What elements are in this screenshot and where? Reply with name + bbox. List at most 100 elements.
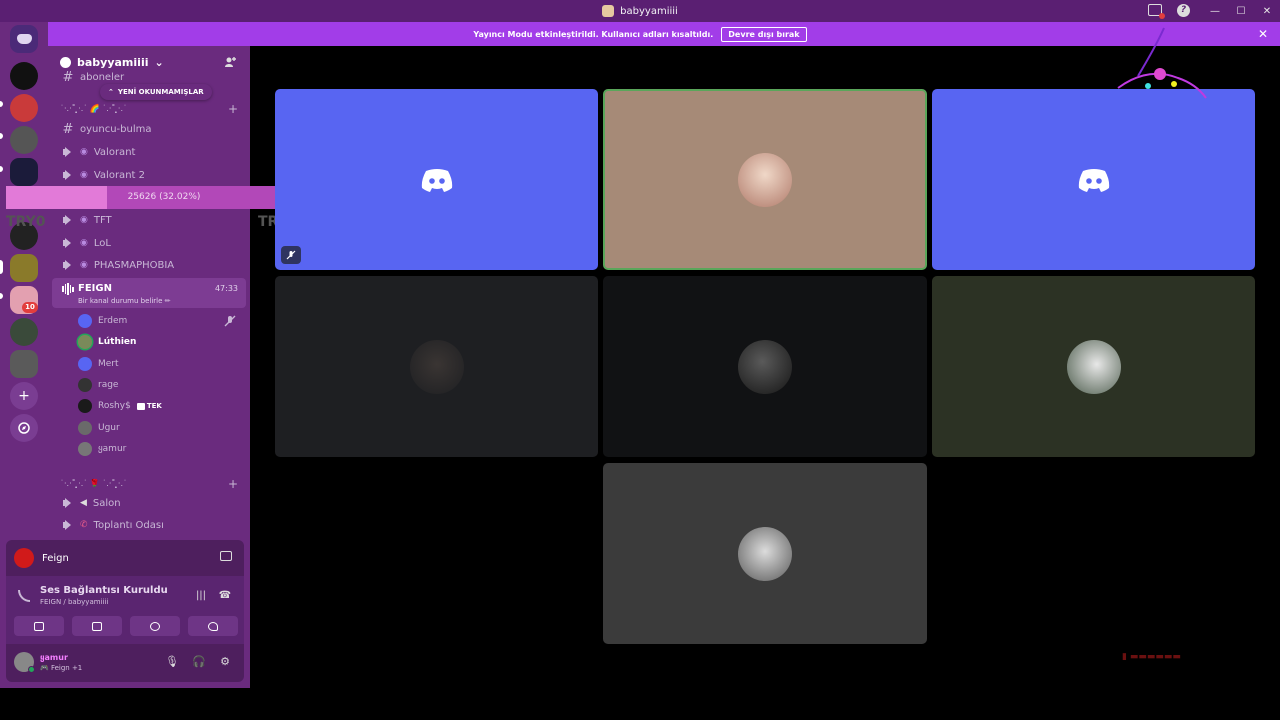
title-bar: babyyamiiii ? — ☐ ✕ xyxy=(0,0,1280,22)
help-icon[interactable]: ? xyxy=(1177,4,1190,17)
voice-location[interactable]: FEIGN / babyyamiiii xyxy=(40,598,108,606)
participant-avatar xyxy=(409,339,464,394)
activities-button[interactable] xyxy=(130,616,180,636)
member-ugur[interactable]: Ugur xyxy=(78,418,244,438)
video-tile-7[interactable] xyxy=(603,463,927,644)
member-yamur[interactable]: ყamur xyxy=(78,439,244,459)
microphone-icon[interactable]: 🎙 xyxy=(165,656,179,668)
server-icon-8[interactable] xyxy=(10,318,38,346)
participant-avatar xyxy=(738,339,792,394)
speaker-icon xyxy=(62,169,74,181)
video-tile-6[interactable] xyxy=(932,276,1255,457)
game-emoji-icon: ◉ xyxy=(80,170,88,180)
server-icon-9[interactable] xyxy=(10,350,38,378)
stream-preview-icon[interactable] xyxy=(220,551,232,561)
channel-label: Valorant xyxy=(93,146,136,158)
server-icon-1[interactable] xyxy=(10,62,38,90)
unread-label: YENİ OKUNMAMIŞLAR xyxy=(117,88,204,96)
banner-message: Yayıncı Modu etkinleştirildi. Kullanıcı … xyxy=(473,29,714,39)
server-icon-2[interactable] xyxy=(10,94,38,122)
server-icon-4[interactable] xyxy=(10,158,38,186)
member-roshy[interactable]: Roshy$ TEK xyxy=(78,396,244,416)
stream-name: Feign xyxy=(42,552,69,564)
window-title: babyyamiiii xyxy=(602,5,678,17)
arrow-up-icon: ⌃ xyxy=(108,88,114,96)
selected-indicator xyxy=(0,260,3,274)
signal-icon[interactable] xyxy=(18,590,30,602)
member-rage[interactable]: rage xyxy=(78,375,244,395)
video-tile-3[interactable] xyxy=(932,89,1255,270)
online-status-icon xyxy=(28,666,35,673)
game-emoji-icon: ◉ xyxy=(80,238,88,248)
decorative-sparkle-overlay xyxy=(1117,27,1207,99)
participant-avatar xyxy=(738,152,792,207)
channel-label: PHASMAPHOBIA xyxy=(93,259,175,271)
unread-indicator xyxy=(0,166,3,172)
activities-icon xyxy=(150,621,160,631)
noise-suppression-icon[interactable]: ||| xyxy=(194,590,208,602)
channel-lol[interactable]: ◉ LoL xyxy=(56,233,244,253)
category-header[interactable]: ˙‧.‧˚ ̩̥̩̥‧.˙ 🌹 ˙.‧˚ ̩̥̩̥‧.˙ xyxy=(60,479,127,488)
member-name: ყamur xyxy=(98,444,127,454)
new-unreads-pill[interactable]: ⌃ YENİ OKUNMAMIŞLAR xyxy=(100,84,212,100)
set-channel-status[interactable]: Bir kanal durumu belirle ✏ xyxy=(78,297,171,305)
video-tile-4[interactable] xyxy=(275,276,598,457)
home-button[interactable] xyxy=(10,25,38,53)
share-screen-button[interactable] xyxy=(72,616,122,636)
discover-button[interactable] xyxy=(10,414,38,442)
invite-people-icon[interactable] xyxy=(224,56,236,68)
soundboard-icon xyxy=(208,621,218,631)
create-channel-icon[interactable]: + xyxy=(228,477,238,491)
active-voice-channel[interactable]: FEIGN 47:33 Bir kanal durumu belirle ✏ xyxy=(52,278,246,308)
banner-close-button[interactable]: ✕ xyxy=(1258,27,1268,41)
screen-share-icon[interactable] xyxy=(1148,4,1165,19)
channel-valorant[interactable]: ◉ Valorant xyxy=(56,142,244,162)
member-name: Lúthien xyxy=(98,337,137,347)
channel-toplanti-odasi[interactable]: ✆ Toplantı Odası xyxy=(56,515,244,535)
tile-muted-badge xyxy=(281,246,301,264)
window-title-text: babyyamiiii xyxy=(620,5,678,17)
unread-indicator xyxy=(0,101,3,107)
create-channel-icon[interactable]: + xyxy=(228,102,238,116)
speaker-icon xyxy=(62,497,74,509)
user-activity: 🎮 Feign +1 xyxy=(40,664,83,672)
discord-icon xyxy=(16,34,32,44)
channel-oyuncu-bulma[interactable]: # oyuncu-bulma xyxy=(56,119,244,139)
server-icon-3[interactable] xyxy=(10,126,38,154)
channel-tft[interactable]: ◉ TFT xyxy=(56,210,244,230)
camera-off-button[interactable] xyxy=(14,616,64,636)
channel-phasmaphobia[interactable]: ◉ PHASMAPHOBIA xyxy=(56,255,244,275)
close-window-button[interactable]: ✕ xyxy=(1254,6,1280,17)
minimize-button[interactable]: — xyxy=(1202,6,1228,17)
avatar xyxy=(78,335,92,349)
category-header[interactable]: ˙‧.‧˚ ̩̥̩̥‧.˙ 🌈 ˙.‧˚ ̩̥̩̥‧.˙ xyxy=(60,104,127,113)
channel-salon[interactable]: ◀ Salon xyxy=(56,493,244,513)
member-mert[interactable]: Mert xyxy=(78,354,244,374)
settings-gear-icon[interactable]: ⚙ xyxy=(219,656,231,668)
channel-label: LoL xyxy=(93,237,111,249)
window-controls: ? — ☐ ✕ xyxy=(1148,0,1280,22)
video-tile-1[interactable] xyxy=(275,89,598,270)
maximize-button[interactable]: ☐ xyxy=(1228,6,1254,17)
user-name[interactable]: ყamur xyxy=(40,653,68,662)
disconnect-icon[interactable]: ☎ xyxy=(218,590,232,602)
voice-status[interactable]: Ses Bağlantısı Kuruldu xyxy=(40,585,168,596)
stream-panel[interactable]: Feign xyxy=(6,540,244,576)
soundboard-button[interactable] xyxy=(188,616,238,636)
member-luthien[interactable]: Lúthien xyxy=(78,332,244,352)
add-server-button[interactable]: + xyxy=(10,382,38,410)
channel-aboneler[interactable]: # aboneler xyxy=(56,70,244,85)
participant-avatar xyxy=(1066,339,1121,394)
headphones-icon[interactable]: 🎧 xyxy=(192,656,206,668)
channel-label: Salon xyxy=(92,497,121,509)
unread-indicator xyxy=(0,133,3,139)
disable-streamer-mode-button[interactable]: Devre dışı bırak xyxy=(721,26,807,42)
channel-valorant-2[interactable]: ◉ Valorant 2 xyxy=(56,165,244,185)
video-tile-2-speaking[interactable] xyxy=(603,89,927,270)
video-tile-5[interactable] xyxy=(603,276,927,457)
muted-icon xyxy=(286,250,296,260)
clan-icon xyxy=(136,402,145,410)
member-erdem[interactable]: Erdem xyxy=(78,311,244,331)
server-icon-6[interactable] xyxy=(10,254,38,282)
game-emoji-icon: ◉ xyxy=(80,260,88,270)
